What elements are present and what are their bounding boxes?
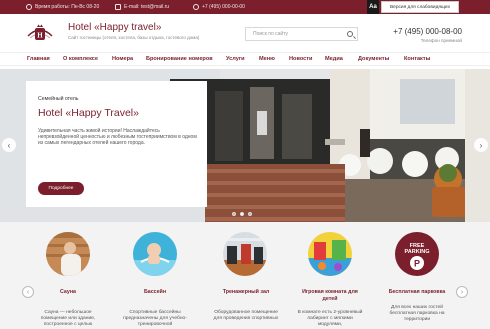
hero-title: Hotel «Happy Travel» — [38, 107, 139, 119]
service-title-sauna: Сауна — [60, 289, 76, 295]
hero-card: Семейный отель Hotel «Happy Travel» Удив… — [26, 81, 207, 207]
nav-item-documents[interactable]: Документы — [358, 56, 389, 62]
service-text-parking: Для всех наших гостей бесплатная парковк… — [389, 305, 445, 322]
gym-photo — [223, 232, 267, 276]
service-title-parking: Бесплатная парковка — [388, 289, 446, 295]
parking-sign-letter: P — [414, 259, 420, 269]
nav-item-rooms[interactable]: Номера — [112, 56, 133, 62]
hero-more-button[interactable]: Подробнее — [38, 182, 84, 195]
chevron-right-icon: › — [460, 288, 464, 296]
reception-phone[interactable]: +7 (495) 000-08-00 — [393, 27, 462, 36]
search-input[interactable]: Поиск по сайту — [245, 27, 358, 41]
nav-item-media[interactable]: Медиа — [325, 56, 343, 62]
service-title-pool: Бассейн — [143, 289, 167, 295]
chevron-right-icon: › — [479, 140, 483, 150]
reception-phone-caption: Телефон приемной — [420, 38, 462, 43]
font-size-toggle-button[interactable]: Aa — [367, 0, 379, 14]
top-phone-text: +7 (495) 000-00-00 — [202, 4, 245, 10]
service-text-sauna: Сауна — небольшое помещение или здание, … — [40, 310, 96, 327]
site-subtitle: Сайт гостиницы (отеля, хостела, базы отд… — [68, 35, 200, 40]
sauna-photo — [46, 232, 90, 276]
nav-item-menu[interactable]: Меню — [259, 56, 275, 62]
phone-icon — [193, 4, 199, 10]
search-icon[interactable] — [347, 31, 353, 37]
nav-item-services[interactable]: Услуги — [226, 56, 245, 62]
main-nav: Главная О комплексе Номера Бронирование … — [0, 52, 490, 66]
email-link[interactable]: E-mail: test@mail.ru — [115, 0, 169, 14]
slide-dot-2[interactable] — [240, 212, 244, 216]
nav-item-news[interactable]: Новости — [289, 56, 312, 62]
service-title-gym: Тренажерный зал — [222, 289, 270, 295]
hero-kicker: Семейный отель — [38, 96, 79, 102]
chevron-left-icon: ‹ — [26, 288, 30, 296]
vision-impaired-button[interactable]: Версия для слабовидящих — [381, 1, 459, 13]
nav-item-booking[interactable]: Бронирование номеров — [146, 56, 213, 62]
nav-item-home[interactable]: Главная — [27, 56, 50, 62]
hero-text: Удивительная часть живой истории! Наслаж… — [38, 128, 197, 146]
working-hours-text: Время работы: Пн-Вс 08-20 — [35, 4, 100, 10]
search-placeholder: Поиск по сайту — [253, 31, 289, 37]
svg-text:H: H — [37, 32, 43, 40]
service-text-playroom: В комнате есть 2-уровневый лабиринт с мя… — [297, 310, 363, 327]
hotel-logo-icon[interactable]: H — [26, 22, 54, 44]
parking-sign-icon: FREE PARKING P — [395, 232, 439, 276]
site-title[interactable]: Hotel «Happy travel» — [68, 22, 161, 33]
clock-icon — [26, 4, 32, 10]
nav-item-contacts[interactable]: Контакты — [404, 56, 430, 62]
playroom-photo — [308, 232, 352, 276]
service-text-gym: Оборудованное помещение для проведения с… — [213, 310, 279, 321]
top-phone-link[interactable]: +7 (495) 000-00-00 — [193, 0, 245, 14]
mail-icon — [115, 4, 121, 10]
parking-sign-line2: PARKING — [405, 249, 430, 255]
pool-photo — [133, 232, 177, 276]
chevron-left-icon: ‹ — [7, 140, 11, 150]
nav-item-about[interactable]: О комплексе — [63, 56, 98, 62]
service-text-pool: Спортивные бассейны предназначены для уч… — [123, 310, 187, 327]
working-hours: Время работы: Пн-Вс 08-20 — [26, 0, 99, 14]
hero-next-button[interactable]: › — [474, 138, 488, 152]
slider-pagination — [232, 212, 252, 216]
slide-dot-1[interactable] — [232, 212, 236, 216]
service-title-playroom: Игровая комната для детей — [302, 289, 358, 302]
email-text: E-mail: test@mail.ru — [124, 4, 170, 10]
slide-dot-3[interactable] — [248, 212, 252, 216]
hero-prev-button[interactable]: ‹ — [2, 138, 16, 152]
services-next-button[interactable]: › — [456, 286, 468, 298]
